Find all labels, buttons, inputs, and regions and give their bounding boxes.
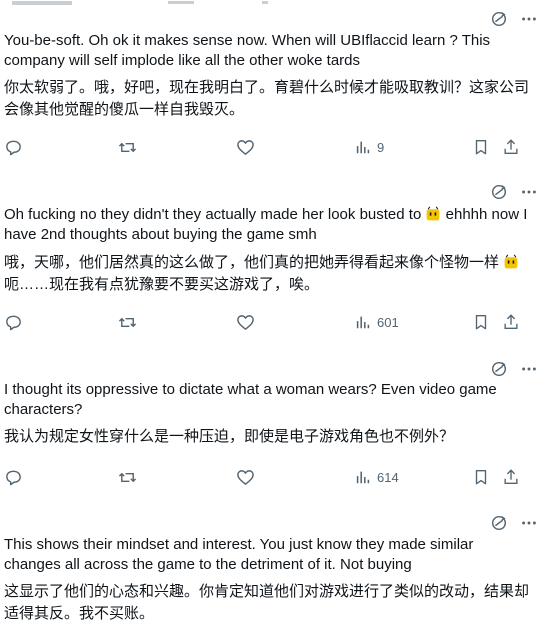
tweet-text-original: You-be-soft. Oh ok it makes sense now. W… bbox=[4, 32, 491, 69]
bookmark-icon[interactable] bbox=[472, 138, 490, 156]
face-emoji bbox=[425, 206, 441, 222]
translate-icon[interactable] bbox=[490, 10, 508, 28]
like-icon[interactable] bbox=[236, 138, 255, 157]
share-icon[interactable] bbox=[502, 313, 520, 331]
more-icon[interactable] bbox=[520, 10, 538, 28]
views-count: 601 bbox=[377, 314, 399, 330]
tweet-text-part: Oh fucking no they didn't they actually … bbox=[4, 206, 422, 223]
translate-icon[interactable] bbox=[490, 514, 508, 532]
more-icon[interactable] bbox=[520, 360, 538, 378]
tweet-text-translation: 这显示了他们的心态和兴趣。你肯定知道他们对游戏进行了类似的改动，结果却适得其反。… bbox=[4, 583, 530, 622]
reply-icon[interactable] bbox=[4, 468, 23, 487]
views-button[interactable]: 9 bbox=[354, 138, 384, 156]
tweet-text-original: I thought its oppressive to dictate what… bbox=[4, 381, 497, 418]
views-icon bbox=[354, 468, 372, 486]
views-count: 9 bbox=[377, 139, 385, 155]
views-icon bbox=[354, 138, 372, 156]
more-icon[interactable] bbox=[520, 514, 538, 532]
like-icon[interactable] bbox=[236, 468, 255, 487]
views-button[interactable]: 601 bbox=[354, 313, 399, 331]
share-icon[interactable] bbox=[502, 138, 520, 156]
retweet-icon[interactable] bbox=[118, 468, 137, 487]
retweet-icon[interactable] bbox=[118, 138, 137, 157]
tweet-actions: 614 bbox=[0, 468, 556, 490]
like-icon[interactable] bbox=[236, 313, 255, 332]
tweet-text-original: This shows their mindset and interest. Y… bbox=[4, 536, 474, 573]
tweet-text-part: 呃……现在我有点犹豫要不要买这游戏了，唉。 bbox=[4, 276, 320, 293]
views-button[interactable]: 614 bbox=[354, 468, 399, 486]
previous-tweet-fragment bbox=[0, 0, 556, 12]
share-icon[interactable] bbox=[502, 468, 520, 486]
views-icon bbox=[354, 313, 372, 331]
translate-icon[interactable] bbox=[490, 183, 508, 201]
tweet-text-part: 哦，天哪，他们居然真的这么做了，他们真的把她弄得看起来像个怪物一样 bbox=[4, 254, 500, 271]
more-icon[interactable] bbox=[520, 183, 538, 201]
tweet-text-translation: 我认为规定女性穿什么是一种压迫，即使是电子游戏角色也不例外？ bbox=[4, 428, 455, 445]
reply-icon[interactable] bbox=[4, 313, 23, 332]
tweet-text-translation: 哦，天哪，他们居然真的这么做了，他们真的把她弄得看起来像个怪物一样 呃……现在我… bbox=[4, 252, 532, 296]
retweet-icon[interactable] bbox=[118, 313, 137, 332]
views-count: 614 bbox=[377, 469, 399, 485]
tweet-text-translation: 你太软弱了。哦，好吧，现在我明白了。育碧什么时候才能吸取教训？这家公司会像其他觉… bbox=[4, 79, 530, 118]
tweet-actions: 601 bbox=[0, 313, 556, 335]
reply-icon[interactable] bbox=[4, 138, 23, 157]
tweet-text-original: Oh fucking no they didn't they actually … bbox=[4, 205, 532, 245]
bookmark-icon[interactable] bbox=[472, 468, 490, 486]
face-emoji bbox=[503, 254, 519, 270]
tweet-actions: 9 bbox=[0, 138, 556, 160]
bookmark-icon[interactable] bbox=[472, 313, 490, 331]
translate-icon[interactable] bbox=[490, 360, 508, 378]
